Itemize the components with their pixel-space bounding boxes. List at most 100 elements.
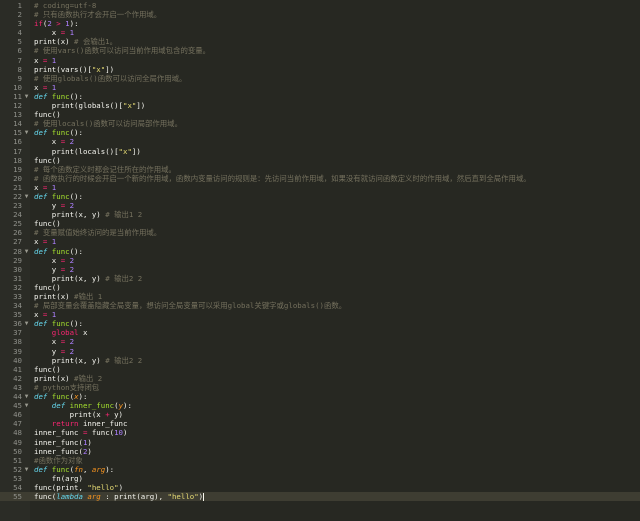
code-token: 1 [47,310,57,320]
line-number: 6 [17,46,22,56]
code-line[interactable]: 26 # 变量赋值始终访问的是当前作用域。 [0,228,640,237]
code-text: # 只有函数执行才会开启一个作用域。 [34,10,161,19]
code-line[interactable]: 54 func(print, "hello") [0,483,640,492]
code-line[interactable]: 49 inner_func(1) [0,438,640,447]
code-line[interactable]: 47 return inner_func [0,419,640,428]
code-token: func [47,91,70,101]
code-token: x [34,237,43,247]
code-line[interactable]: 42 print(x) #输出 2 [0,374,640,383]
fold-arrow-icon[interactable]: ▼ [23,92,30,101]
code-line[interactable]: 33 print(x) #输出 1 [0,292,640,301]
code-text: y = 2 [34,201,74,210]
line-number: 7 [17,55,22,65]
code-line[interactable]: 28 ▼ def func(): [0,247,640,256]
code-line[interactable]: 39 y = 2 [0,347,640,356]
code-line[interactable]: 1 # coding=utf-8 [0,1,640,10]
code-line[interactable]: 9 # 使用globals()函数可以访问全局作用域。 [0,74,640,83]
code-text: x = 1 [34,237,56,246]
code-line[interactable]: 36 ▼ def func(): [0,319,640,328]
code-line[interactable]: 44 ▼ def func(x): [0,392,640,401]
fold-arrow-icon[interactable]: ▼ [23,192,30,201]
code-token: # python支持闭包 [34,382,100,392]
code-token: #输出 2 [74,373,103,383]
code-token: "x" [123,101,137,111]
code-line[interactable]: 46 print(x + y) [0,410,640,419]
code-line[interactable]: 14 # 使用locals()函数可以访问局部作用域。 [0,119,640,128]
code-text: x = 1 [34,56,56,65]
code-line[interactable]: 51 #函数作为对象 [0,456,640,465]
line-number: 54 [13,482,22,492]
code-token: inner_func( [34,446,83,456]
code-line[interactable]: 29 x = 2 [0,256,640,265]
code-line[interactable]: 19 # 每个函数定义时都会记住所在的作用域。 [0,165,640,174]
code-token: x [34,137,61,147]
code-token: func(print, [34,482,88,492]
code-line[interactable]: 15 ▼ def func(): [0,128,640,137]
code-line[interactable]: 10 x = 1 [0,83,640,92]
code-line[interactable]: 41 func() [0,365,640,374]
code-token: # 会输出1。 [74,37,117,47]
code-line[interactable]: 16 x = 2 [0,137,640,146]
line-number: 37 [13,328,22,338]
code-line[interactable]: 17 print(locals()["x"]) [0,147,640,156]
code-editor[interactable]: 1 # coding=utf-8 2 # 只有函数执行才会开启一个作用域。 3 if(2 … [0,0,640,521]
code-line[interactable]: 13 func() [0,110,640,119]
code-line[interactable]: 22 ▼ def func(): [0,192,640,201]
code-line[interactable]: 5 print(x) # 会输出1。 [0,37,640,46]
fold-arrow-icon[interactable]: ▼ [23,247,30,256]
code-token: func [47,392,70,402]
code-line[interactable]: 21 x = 1 [0,183,640,192]
line-number: 30 [13,264,22,274]
code-line[interactable]: 27 x = 1 [0,237,640,246]
code-line[interactable]: 30 y = 2 [0,265,640,274]
code-line[interactable]: 3 if(2 > 1): [0,19,640,28]
code-line[interactable]: 4 x = 1 [0,28,640,37]
code-line[interactable]: 32 func() [0,283,640,292]
code-text: #函数作为对象 [34,456,83,465]
line-number: 31 [13,273,22,283]
code-line[interactable]: 31 print(x, y) # 输出2 2 [0,274,640,283]
code-line[interactable]: 45 ▼ def inner_func(y): [0,401,640,410]
code-line[interactable]: 12 print(globals()["x"]) [0,101,640,110]
code-text: func() [34,110,61,119]
code-line[interactable]: 6 # 使用vars()函数可以访问当前作用域包含的变量。 [0,46,640,55]
code-line[interactable]: 35 x = 1 [0,310,640,319]
code-line[interactable]: 48 inner_func = func(10) [0,428,640,437]
code-line[interactable]: 37 global x [0,328,640,337]
fold-arrow-icon[interactable]: ▼ [23,465,30,474]
code-line[interactable]: 18 func() [0,156,640,165]
line-number: 14 [13,119,22,129]
code-line[interactable]: 50 inner_func(2) [0,447,640,456]
code-line[interactable]: 34 # 局部变量会覆盖隐藏全局变量，想访问全局变量可以采用global关键字或g… [0,301,640,310]
code-line[interactable]: 24 print(x, y) # 输出1 2 [0,210,640,219]
code-text: x = 2 [34,256,74,265]
code-line[interactable]: 11 ▼ def func(): [0,92,640,101]
code-token: def [34,191,48,201]
code-token: inner_func( [34,437,83,447]
fold-arrow-icon[interactable]: ▼ [23,128,30,137]
code-line[interactable]: 23 y = 2 [0,201,640,210]
code-text: func() [34,283,61,292]
line-number: 1 [17,1,22,10]
code-text: y = 2 [34,347,74,356]
code-token: print(x) [34,292,75,301]
fold-arrow-icon[interactable]: ▼ [23,319,30,328]
code-line[interactable]: 8 print(vars()["x"]) [0,65,640,74]
code-text: # 变量赋值始终访问的是当前作用域。 [34,228,161,237]
code-line[interactable]: 25 func() [0,219,640,228]
code-line[interactable]: 52 ▼ def func(fn, arg): [0,465,640,474]
code-area[interactable]: 1 # coding=utf-8 2 # 只有函数执行才会开启一个作用域。 3 if(2 … [0,1,640,502]
code-line[interactable]: 7 x = 1 [0,56,640,65]
code-line[interactable]: 43 # python支持闭包 [0,383,640,392]
code-text: fn(arg) [34,474,83,483]
code-line[interactable]: 53 fn(arg) [0,474,640,483]
fold-arrow-icon[interactable]: ▼ [23,401,30,410]
fold-arrow-icon[interactable]: ▼ [23,392,30,401]
code-token: 2 [65,337,75,347]
current-code-line[interactable]: 55 func(lambda arg : print(arg), "hello") [0,492,640,502]
code-line[interactable]: 20 # 函数执行的时候会开启一个新的作用域，函数内变量访问的规则是：先访问当前作… [0,174,640,183]
code-line[interactable]: 40 print(x, y) # 输出2 2 [0,356,640,365]
code-line[interactable]: 38 x = 2 [0,337,640,346]
code-line[interactable]: 2 # 只有函数执行才会开启一个作用域。 [0,10,640,19]
code-text: print(x, y) # 输出1 2 [34,210,142,219]
